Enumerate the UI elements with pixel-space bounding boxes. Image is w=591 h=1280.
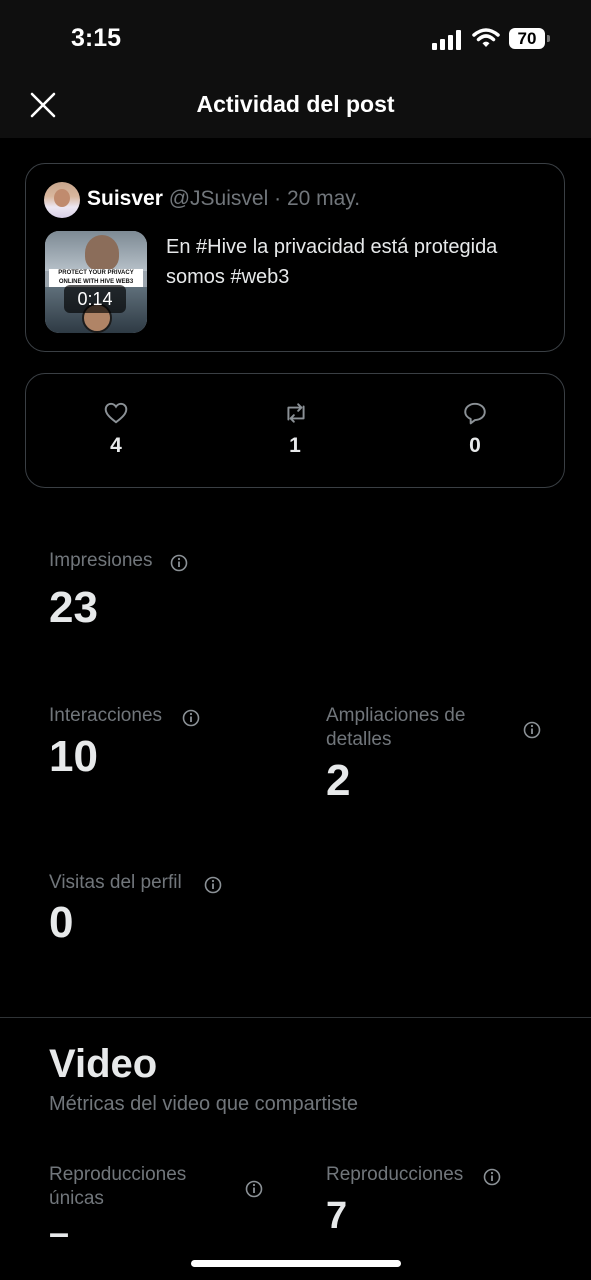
interactions-label: Interacciones <box>49 705 163 726</box>
plays-label: Reproducciones <box>326 1164 464 1185</box>
info-icon[interactable] <box>182 709 200 727</box>
replies-count: 0 <box>469 434 481 457</box>
engagement-card <box>25 373 565 488</box>
author-name: Suisver <box>87 187 163 210</box>
impressions-label: Impresiones <box>49 550 153 571</box>
post-date: 20 may. <box>286 187 361 210</box>
profile-visits-value: 0 <box>49 898 74 947</box>
video-section-title: Video <box>49 1042 158 1086</box>
info-icon[interactable] <box>523 721 541 739</box>
video-thumbnail[interactable]: PROTECT YOUR PRIVACY ONLINE WITH HIVE WE… <box>45 231 147 333</box>
likes-count: 4 <box>110 434 122 457</box>
unique-plays-value: – <box>49 1212 70 1253</box>
repost-icon[interactable] <box>283 400 309 426</box>
reply-icon[interactable] <box>462 400 488 426</box>
reposts-count: 1 <box>289 434 301 457</box>
info-icon[interactable] <box>204 876 222 894</box>
battery-level: 70 <box>517 29 537 48</box>
status-time: 3:15 <box>71 24 122 52</box>
section-divider <box>0 1017 591 1018</box>
info-icon[interactable] <box>245 1180 263 1198</box>
heart-icon[interactable] <box>103 400 129 426</box>
detail-expands-value: 2 <box>326 756 351 805</box>
detail-expands-label: Ampliaciones de detalles <box>326 705 466 750</box>
info-icon[interactable] <box>170 554 188 572</box>
impressions-value: 23 <box>49 583 98 632</box>
profile-visits-label: Visitas del perfil <box>49 872 182 893</box>
unique-plays-label: Reproducciones únicas <box>49 1164 187 1209</box>
post-author-line: Suisver @JSuisvel · 20 may. <box>87 187 360 211</box>
separator: · <box>274 187 282 210</box>
home-indicator[interactable] <box>191 1260 401 1267</box>
video-section-subtitle: Métricas del video que compartiste <box>49 1093 359 1115</box>
interactions-value: 10 <box>49 732 98 781</box>
wifi-icon <box>472 28 500 47</box>
page-title: Actividad del post <box>196 91 395 117</box>
video-duration: 0:14 <box>64 285 126 313</box>
battery-icon: 70 <box>509 28 551 50</box>
cellular-signal-icon <box>432 30 461 50</box>
avatar[interactable] <box>44 182 80 218</box>
info-icon[interactable] <box>483 1168 501 1186</box>
post-text: En #Hive la privacidad está protegida so… <box>166 236 498 288</box>
author-handle: @JSuisvel <box>168 187 269 210</box>
plays-value: 7 <box>326 1195 348 1237</box>
